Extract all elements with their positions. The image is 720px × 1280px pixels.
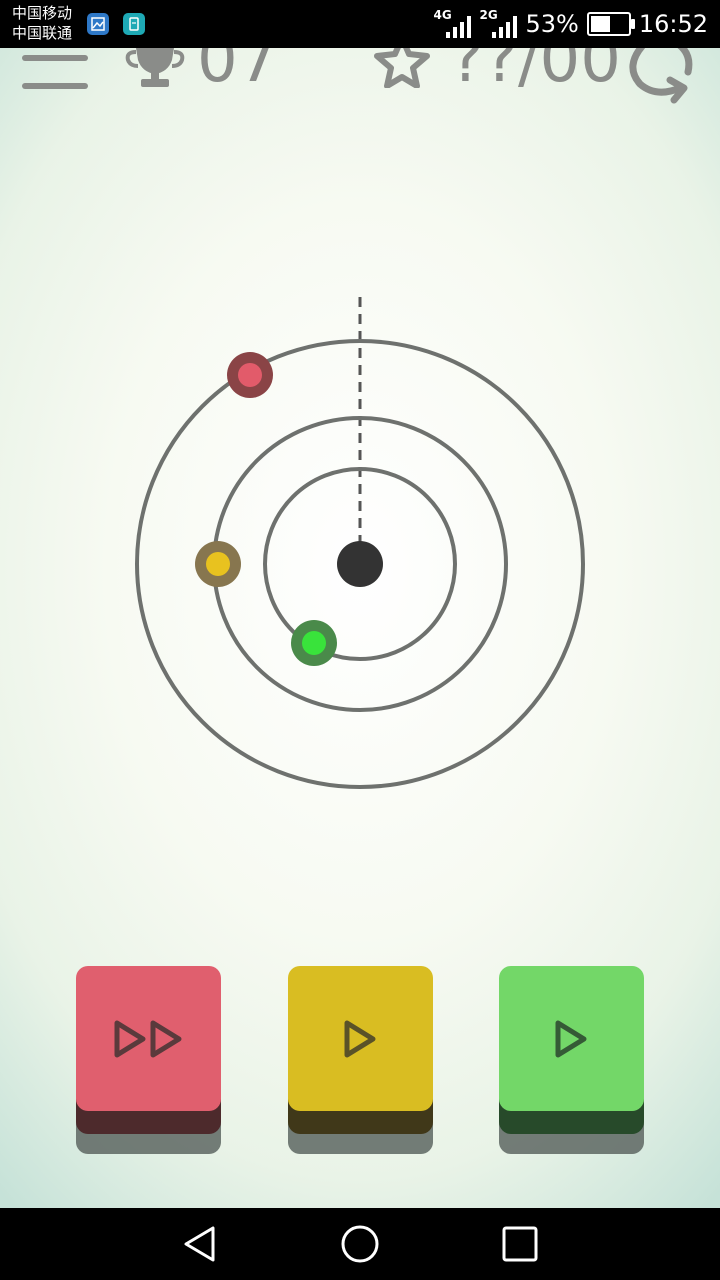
play-icon — [555, 1020, 586, 1057]
button-face — [76, 966, 221, 1111]
battery-fill — [590, 16, 610, 32]
battery-percent: 53% — [525, 10, 579, 38]
button-face — [499, 966, 644, 1111]
planet-yellow-core — [206, 552, 230, 576]
home-icon[interactable] — [340, 1224, 380, 1264]
carrier-labels: 中国移动 中国联通 — [12, 3, 72, 43]
planet-green-core — [302, 631, 326, 655]
play-yellow-button[interactable] — [288, 966, 433, 1154]
signal-2: 2G — [479, 8, 518, 40]
clock: 16:52 — [638, 10, 708, 38]
orbit-system — [135, 297, 585, 789]
game-area: 07 ??/00 — [0, 48, 720, 1208]
carrier-2: 中国联通 — [12, 24, 73, 42]
battery-icon — [586, 12, 635, 36]
planet-green[interactable] — [291, 620, 337, 666]
gallery-notification-icon — [87, 13, 109, 35]
status-bar: 中国移动 中国联通 4G 2G 53% 16:52 — [0, 0, 720, 48]
back-icon[interactable] — [180, 1224, 220, 1264]
carrier-1: 中国移动 — [12, 4, 73, 22]
navigation-bar — [0, 1208, 720, 1280]
signal-1: 4G — [433, 8, 472, 40]
button-face — [288, 966, 433, 1111]
status-right: 4G 2G 53% 16:52 — [433, 0, 708, 48]
planet-red-core — [238, 363, 262, 387]
play-icon — [344, 1020, 375, 1057]
recents-icon[interactable] — [500, 1224, 540, 1264]
planet-red[interactable] — [227, 352, 273, 398]
double-play-icon — [114, 1020, 181, 1057]
signal-bars-icon — [492, 16, 518, 38]
fast-forward-button[interactable] — [76, 966, 221, 1154]
app-notification-icon — [123, 13, 145, 35]
sun — [337, 541, 383, 587]
play-green-button[interactable] — [499, 966, 644, 1154]
signal-bars-icon — [446, 16, 472, 38]
planet-yellow[interactable] — [195, 541, 241, 587]
